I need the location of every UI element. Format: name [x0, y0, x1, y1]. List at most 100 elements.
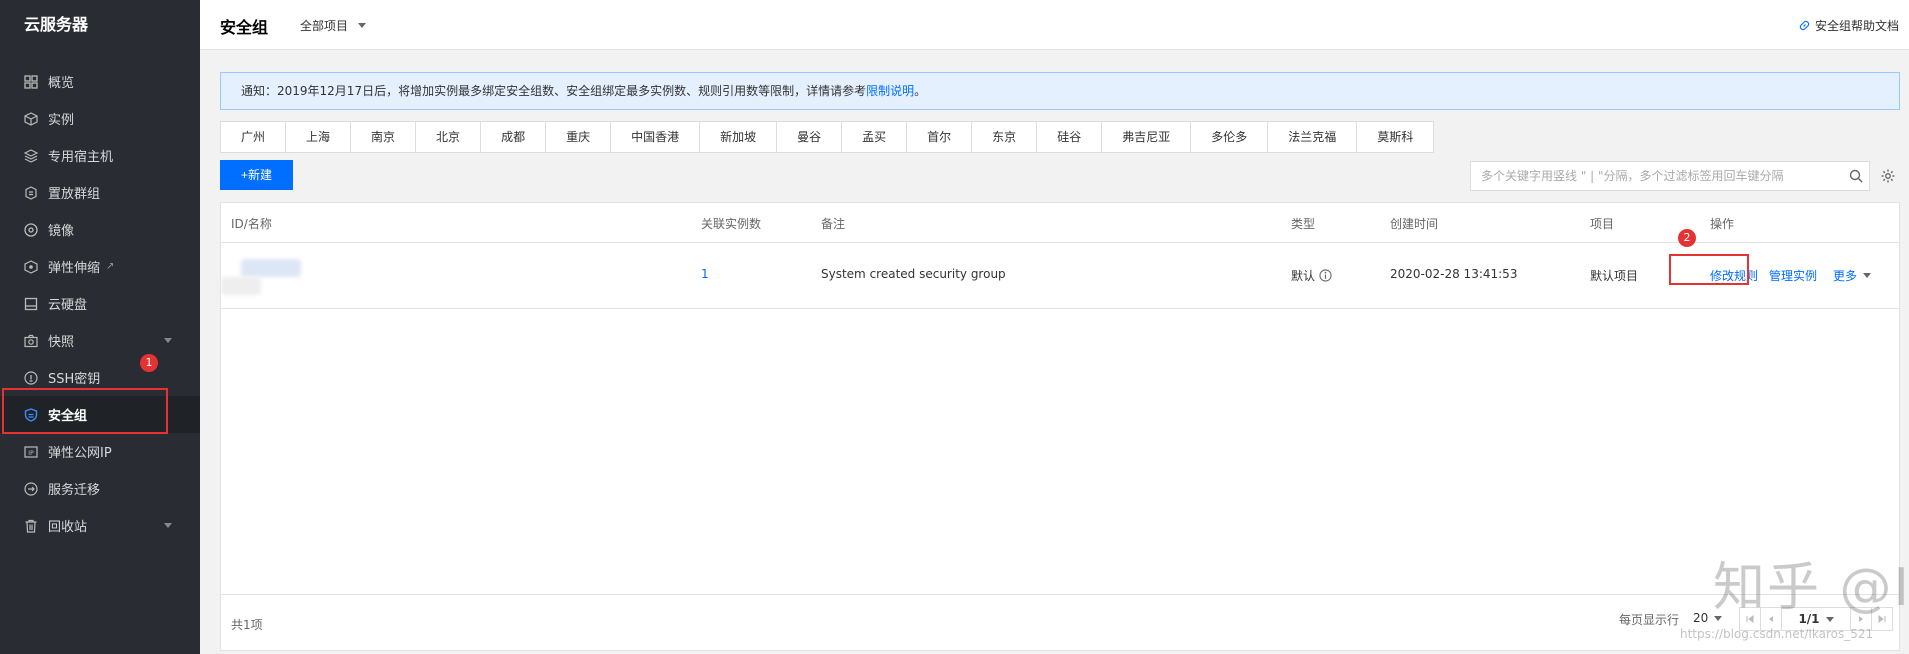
sidebar-item-label: 概览 [48, 76, 75, 91]
notice-banner: 通知：2019年12月17日后，将增加实例最多绑定安全组数、安全组绑定最多实例数… [220, 72, 1900, 110]
table-header: ID/名称 关联实例数 备注 类型 创建时间 项目 操作 [221, 203, 1899, 243]
chevron-down-icon[interactable] [164, 338, 172, 343]
search-box [1470, 161, 1870, 191]
help-doc-label: 安全组帮助文档 [1814, 19, 1899, 33]
key-icon [24, 370, 38, 385]
chevron-down-icon [358, 23, 367, 28]
col-header-type: 类型 [1291, 217, 1316, 231]
region-tab[interactable]: 中国香港 [611, 122, 701, 152]
region-tab[interactable]: 新加坡 [700, 122, 778, 152]
sidebar-item-recycle-bin[interactable]: 回收站 [0, 507, 200, 544]
per-page-label: 每页显示行 [1619, 613, 1680, 627]
sidebar-item-label: 镜像 [48, 224, 75, 239]
region-tab[interactable]: 首尔 [907, 122, 973, 152]
sidebar-nav: 概览 实例 专用宿主机 置放群组 镜像 弹性伸缩 ↗ 云硬盘 快照 SSH密钥 … [0, 63, 200, 544]
region-tab[interactable]: 广州 [221, 122, 287, 152]
instance-count-link[interactable]: 1 [701, 267, 709, 281]
svg-text:IP: IP [28, 450, 34, 457]
table-row: 1 System created security group 默认 2020-… [221, 243, 1899, 309]
col-header-id: ID/名称 [231, 217, 272, 231]
topbar: 安全组 全部项目 安全组帮助文档 [200, 0, 1909, 50]
sidebar-item-label: 服务迁移 [48, 483, 101, 498]
notice-limit-link[interactable]: 限制说明 [866, 84, 914, 98]
trash-icon [24, 519, 38, 533]
row-remark: System created security group [821, 267, 1006, 281]
sidebar-item-label: 云硬盘 [48, 298, 88, 313]
disk-icon [24, 297, 38, 311]
info-icon[interactable] [1319, 269, 1332, 282]
gear-icon[interactable] [1880, 168, 1896, 184]
region-tab[interactable]: 上海 [286, 122, 352, 152]
per-page-value: 20 [1693, 611, 1709, 625]
cube-icon [24, 111, 38, 126]
sidebar-item-label: 置放群组 [48, 187, 101, 202]
row-project: 默认项目 [1590, 269, 1639, 283]
total-count: 共1项 [231, 618, 263, 632]
chevron-down-icon [1863, 273, 1872, 278]
more-ops-dropdown[interactable]: 更多 [1833, 267, 1872, 284]
more-ops-label: 更多 [1833, 269, 1858, 283]
region-tab[interactable]: 北京 [416, 122, 482, 152]
sidebar-item-label: 弹性伸缩 [48, 261, 101, 276]
region-tab[interactable]: 南京 [351, 122, 417, 152]
sidebar-item-images[interactable]: 镜像 [0, 211, 200, 248]
sidebar-item-snapshot[interactable]: 快照 [0, 322, 200, 359]
sidebar-item-overview[interactable]: 概览 [0, 63, 200, 100]
region-tab[interactable]: 重庆 [546, 122, 612, 152]
sidebar-item-dedicated-host[interactable]: 专用宿主机 [0, 137, 200, 174]
sidebar-item-eip[interactable]: IP 弹性公网IP [0, 433, 200, 470]
external-link-icon: ↗ [106, 261, 115, 272]
sidebar-item-instances[interactable]: 实例 [0, 100, 200, 137]
step-badge-1: 1 [140, 354, 158, 372]
project-select-value: 全部项目 [300, 19, 349, 33]
migrate-icon [24, 481, 38, 496]
sidebar-item-migration[interactable]: 服务迁移 [0, 470, 200, 507]
main-content: 安全组 全部项目 安全组帮助文档 通知：2019年12月17日后，将增加实例最多… [200, 0, 1909, 654]
highlight-box-edit-rules [1669, 254, 1749, 285]
col-header-remark: 备注 [821, 217, 846, 231]
step-badge-2: 2 [1678, 229, 1696, 247]
region-tab[interactable]: 硅谷 [1037, 122, 1103, 152]
row-type-label: 默认 [1291, 269, 1316, 283]
notice-text: 通知：2019年12月17日后，将增加实例最多绑定安全组数、安全组绑定最多实例数… [241, 84, 867, 98]
project-select[interactable]: 全部项目 [300, 17, 367, 34]
sidebar: 云服务器 概览 实例 专用宿主机 置放群组 镜像 弹性伸缩 ↗ 云硬盘 快照 S… [0, 0, 200, 654]
sidebar-item-label: 回收站 [48, 520, 88, 535]
region-tab[interactable]: 莫斯科 [1357, 122, 1433, 152]
sidebar-item-label: 专用宿主机 [48, 150, 114, 165]
region-tab[interactable]: 多伦多 [1191, 122, 1269, 152]
watermark-csdn: https://blog.csdn.net/Ikaros_521 [1680, 627, 1874, 641]
region-tab[interactable]: 成都 [481, 122, 547, 152]
help-doc-link[interactable]: 安全组帮助文档 [1798, 17, 1899, 34]
sidebar-item-placement-group[interactable]: 置放群组 [0, 174, 200, 211]
highlight-box-sidebar [2, 388, 168, 434]
region-tab[interactable]: 东京 [972, 122, 1038, 152]
row-type: 默认 [1291, 267, 1332, 284]
sidebar-item-cloud-disk[interactable]: 云硬盘 [0, 285, 200, 322]
region-tab[interactable]: 孟买 [842, 122, 908, 152]
col-header-count: 关联实例数 [701, 217, 762, 231]
sidebar-item-label: 快照 [48, 335, 75, 350]
region-tab[interactable]: 法兰克福 [1268, 122, 1358, 152]
ip-icon: IP [24, 445, 38, 459]
search-icon[interactable] [1849, 169, 1863, 183]
security-group-table: ID/名称 关联实例数 备注 类型 创建时间 项目 操作 1 System cr… [220, 202, 1900, 651]
col-header-created: 创建时间 [1390, 217, 1439, 231]
watermark-zhihu: 知乎 @Ikaros [1713, 558, 1909, 618]
disc-icon [24, 222, 38, 237]
notice-end: 。 [914, 84, 927, 98]
manage-instances-link[interactable]: 管理实例 [1769, 267, 1817, 284]
layers-icon [24, 148, 38, 163]
scale-icon [24, 259, 38, 274]
col-header-project: 项目 [1590, 217, 1615, 231]
region-tab[interactable]: 弗吉尼亚 [1102, 122, 1192, 152]
sidebar-item-auto-scaling[interactable]: 弹性伸缩 ↗ [0, 248, 200, 285]
table-footer: 共1项 每页显示行 20 1/1 [221, 594, 1899, 650]
chevron-down-icon[interactable] [164, 523, 172, 528]
region-tab[interactable]: 曼谷 [777, 122, 843, 152]
sidebar-item-label: SSH密钥 [48, 372, 101, 387]
new-security-group-button[interactable]: +新建 [220, 160, 293, 190]
search-input[interactable] [1471, 162, 1831, 190]
sidebar-title: 云服务器 [24, 15, 89, 34]
sidebar-item-label: 实例 [48, 113, 75, 128]
